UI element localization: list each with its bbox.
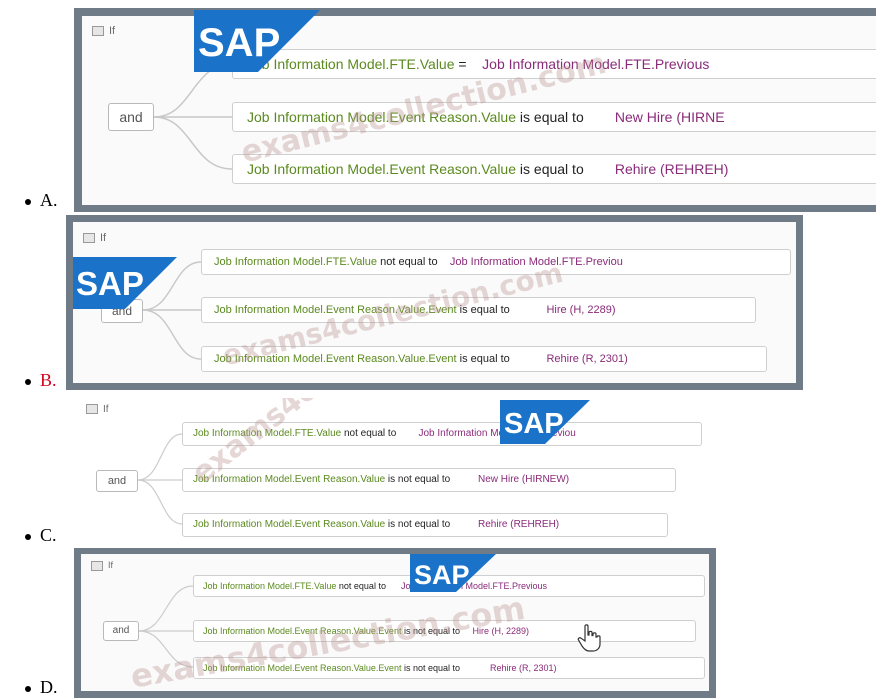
and-operator[interactable]: and <box>108 103 154 131</box>
rule-panel: If and Job Information Model.FTE.Value n… <box>76 398 710 544</box>
and-operator[interactable]: and <box>103 621 139 641</box>
svg-text:SAP: SAP <box>504 408 564 440</box>
and-operator[interactable]: and <box>96 470 138 492</box>
option-b[interactable]: B. If and Job Information Model.FTE.Valu… <box>0 212 877 392</box>
condition-row[interactable]: Job Information Model.Event Reason.Value… <box>182 513 668 537</box>
bullet <box>25 686 31 692</box>
hand-cursor-icon <box>577 624 601 657</box>
option-letter: D. <box>40 677 58 697</box>
option-letter: B. <box>40 370 57 390</box>
svg-text:SAP: SAP <box>76 265 144 302</box>
option-a[interactable]: A. If and Job Information Model.FTE.Valu… <box>0 0 877 212</box>
option-c[interactable]: C. If and Job Information Model.FTE.Valu… <box>0 392 877 545</box>
svg-text:SAP: SAP <box>414 560 470 590</box>
sap-logo: SAP <box>500 400 590 444</box>
condition-row[interactable]: Job Information Model.Event Reason.Value… <box>182 468 676 492</box>
option-letter: C. <box>40 525 57 545</box>
bullet <box>25 199 31 205</box>
svg-text:SAP: SAP <box>198 21 280 65</box>
option-d[interactable]: D. If and Job Information Model.FTE.Valu… <box>0 544 877 698</box>
rule-panel: If and Job Information Model.FTE.Value n… <box>73 222 796 383</box>
rule-panel: If and Job Information Model.FTE.Value n… <box>81 554 709 691</box>
sap-logo: SAP <box>73 257 177 309</box>
bullet <box>25 534 31 540</box>
condition-row[interactable]: Job Information Model.Event Reason.Value… <box>232 154 876 184</box>
option-letter: A. <box>40 190 58 210</box>
bullet <box>25 379 31 385</box>
sap-logo: SAP <box>194 10 320 72</box>
sap-logo: SAP <box>410 554 496 592</box>
